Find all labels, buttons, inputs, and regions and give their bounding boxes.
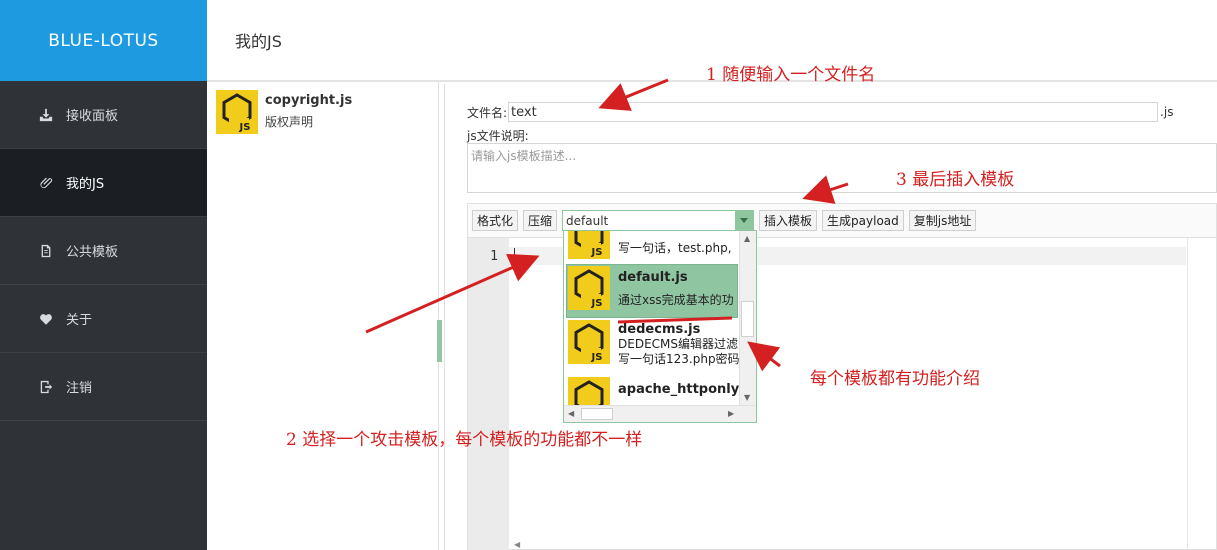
scroll-left-icon[interactable]: ◀ bbox=[568, 409, 574, 418]
desc-label: js文件说明: bbox=[467, 129, 529, 143]
list-item[interactable]: JS copyright.js 版权声明 bbox=[207, 82, 438, 134]
sidebar-item-my-js[interactable]: 我的JS bbox=[0, 149, 207, 217]
dropdown-horizontal-scrollbar[interactable]: ◀ ▶ bbox=[564, 405, 756, 422]
template-desc: 通过xss完成基本的功 bbox=[618, 293, 734, 307]
dropdown-vertical-scrollbar[interactable]: ▲ ▼ bbox=[739, 231, 756, 407]
document-icon bbox=[38, 243, 54, 259]
divider bbox=[444, 84, 445, 550]
sidebar-item-receive-panel[interactable]: 接收面板 bbox=[0, 81, 207, 149]
template-title: default.js bbox=[618, 270, 688, 285]
sidebar-item-label: 公共模板 bbox=[66, 245, 119, 260]
sidebar-item-label: 注销 bbox=[66, 381, 93, 396]
filename-input[interactable] bbox=[508, 102, 1159, 122]
sidebar-item-label: 我的JS bbox=[66, 177, 105, 192]
sidebar-item-label: 关于 bbox=[66, 313, 93, 328]
copy-js-url-button[interactable]: 复制js地址 bbox=[908, 210, 977, 231]
list-item[interactable]: JS dedecms.js DEDECMS编辑器过滤 写一句话123.php密码 bbox=[568, 320, 740, 367]
description-textarea[interactable]: 请输入js模板描述... bbox=[467, 143, 1217, 193]
format-button[interactable]: 格式化 bbox=[472, 210, 519, 231]
list-item[interactable]: JS 写一句话，test.php, bbox=[568, 231, 738, 259]
template-desc: DEDECMS编辑器过滤 bbox=[618, 337, 738, 351]
annotation-template-desc: 每个模板都有功能介绍 bbox=[810, 369, 980, 389]
template-select[interactable]: default bbox=[562, 210, 755, 231]
template-desc-line2: 写一句话123.php密码 bbox=[618, 352, 740, 366]
scroll-thumb[interactable] bbox=[741, 301, 754, 337]
svg-text:JS: JS bbox=[591, 247, 603, 258]
sidebar-item-label: 接收面板 bbox=[66, 109, 119, 124]
js-form: 文件名: .js js文件说明: bbox=[467, 100, 1217, 144]
sidebar-item-about[interactable]: 关于 bbox=[0, 285, 207, 353]
file-name: copyright.js bbox=[265, 93, 353, 108]
template-dropdown[interactable]: JS 写一句话，test.php, JS default.js 通过xss完成基… bbox=[563, 230, 757, 423]
brand-logo[interactable]: BLUE-LOTUS bbox=[0, 0, 207, 81]
template-select-value: default bbox=[566, 213, 609, 228]
js-file-icon: JS bbox=[568, 320, 610, 364]
js-file-list: JS copyright.js 版权声明 bbox=[207, 82, 439, 550]
filename-label: 文件名: bbox=[467, 105, 508, 120]
insert-template-button[interactable]: 插入模板 bbox=[759, 210, 818, 231]
annotation-step2: 2 选择一个攻击模板，每个模板的功能都不一样 bbox=[286, 430, 643, 450]
line-number: 1 bbox=[490, 249, 498, 264]
svg-text:JS: JS bbox=[239, 122, 251, 133]
annotation-step1: 1 随便输入一个文件名 bbox=[706, 65, 876, 85]
generate-payload-button[interactable]: 生成payload bbox=[822, 210, 904, 231]
scroll-right-icon[interactable]: ▶ bbox=[728, 409, 734, 418]
page-title: 我的JS bbox=[235, 32, 282, 51]
filename-suffix: .js bbox=[1160, 105, 1174, 119]
sidebar-item-public-templates[interactable]: 公共模板 bbox=[0, 217, 207, 285]
template-desc: 写一句话，test.php, bbox=[618, 241, 732, 255]
editor-gutter bbox=[468, 238, 509, 550]
svg-text:JS: JS bbox=[591, 298, 603, 309]
chevron-down-icon[interactable] bbox=[735, 211, 754, 230]
svg-text:JS: JS bbox=[591, 352, 603, 363]
heart-icon bbox=[38, 311, 54, 327]
scroll-left-icon[interactable]: ◀ bbox=[514, 540, 520, 549]
page: BLUE-LOTUS 接收面板 我的JS 公共模板 关于 注销 我的JS JS … bbox=[0, 0, 1217, 550]
sidebar-item-logout[interactable]: 注销 bbox=[0, 353, 207, 421]
sidebar: BLUE-LOTUS 接收面板 我的JS 公共模板 关于 注销 bbox=[0, 0, 207, 550]
scroll-up-icon[interactable]: ▲ bbox=[744, 234, 750, 243]
annotation-step3: 3 最后插入模板 bbox=[896, 170, 1015, 190]
js-file-icon: JS bbox=[216, 90, 258, 134]
js-file-icon: JS bbox=[568, 231, 610, 259]
scroll-down-icon[interactable]: ▼ bbox=[744, 393, 750, 402]
js-file-icon: JS bbox=[568, 266, 610, 310]
text-cursor bbox=[514, 248, 515, 264]
compress-button[interactable]: 压缩 bbox=[523, 210, 558, 231]
logout-icon bbox=[38, 379, 54, 395]
list-scroll-indicator[interactable] bbox=[437, 320, 442, 362]
print-margin bbox=[1187, 238, 1188, 550]
scroll-thumb[interactable] bbox=[581, 408, 613, 420]
template-title: dedecms.js bbox=[618, 322, 701, 337]
paperclip-icon bbox=[38, 175, 54, 191]
file-desc: 版权声明 bbox=[265, 115, 314, 129]
list-item-selected[interactable]: JS default.js 通过xss完成基本的功 bbox=[568, 266, 738, 310]
inbox-download-icon bbox=[38, 107, 54, 123]
template-title: apache_httponly_ bbox=[618, 382, 746, 397]
